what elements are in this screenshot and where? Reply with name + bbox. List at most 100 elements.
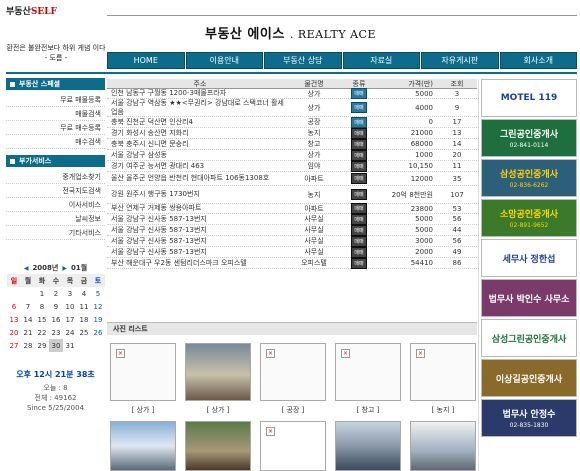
listing-address[interactable]: 강원 원주시 행구동 1730번지 <box>107 186 289 203</box>
calendar-date[interactable]: 27 <box>7 339 21 352</box>
calendar-date[interactable]: 8 <box>35 300 49 313</box>
table-row[interactable]: 서울 강남구 신사동 587-13번지 사무실 매매 5000 56 <box>107 213 477 225</box>
calendar-date[interactable]: 2 <box>49 287 63 300</box>
photo-item[interactable]: × [ 공장 ] <box>260 343 326 415</box>
table-row[interactable]: 서울 강남구 역삼동 ★★<무권리> 강남대로 스택코너 활세업음 상가 매매 400… <box>107 99 477 117</box>
listing-address[interactable]: 인천 남동구 구월동 1200-3매몰프라자 <box>107 89 289 98</box>
calendar-date[interactable]: 21 <box>21 326 35 339</box>
photo-thumb[interactable] <box>410 421 476 471</box>
calendar-date[interactable]: 4 <box>77 287 91 300</box>
calendar-date[interactable]: 11 <box>77 300 91 313</box>
listing-address[interactable]: 울산 울주군 언양읍 반천리 현대아파트 106동1308호 <box>107 172 289 185</box>
listing-address[interactable]: 충북 충주시 신니면 문숭리 <box>107 139 289 149</box>
table-row[interactable]: 울산 울주군 언양읍 반천리 현대아파트 106동1308호 아파트 매매 12000… <box>107 172 477 186</box>
table-row[interactable]: 인천 남동구 구월동 1200-3매몰프라자 상가 매매 5000 3 <box>107 88 477 99</box>
listing-address[interactable]: 서울 강남구 역삼동 ★★<무권리> 강남대로 스택코너 활세업음 <box>107 99 289 116</box>
photo-item[interactable]: × [ 창고 ] <box>335 343 401 415</box>
ad-banner[interactable]: 법무사 안정수 02-835-1830 <box>481 399 577 437</box>
table-row[interactable]: 서울 강남구 삼성동 상가 매매 1000 20 <box>107 149 477 161</box>
photo-caption[interactable]: [ 농지 ] <box>432 405 455 415</box>
calendar-date[interactable]: 10 <box>63 300 77 313</box>
nav-consult[interactable]: 부동산 상담 <box>264 52 342 69</box>
calendar-date[interactable]: 23 <box>49 326 63 339</box>
ad-banner[interactable]: MOTEL 119 <box>481 79 577 117</box>
sidebar-item-moving[interactable]: 이사서비스 <box>6 198 105 212</box>
ad-banner[interactable]: 법무사 박인수 사무소 <box>481 279 577 317</box>
table-row[interactable]: 부산 해운대구 우2동 센텀리더스마크 오피스텔 오피스텔 매매 54410 86 <box>107 257 477 269</box>
table-row[interactable]: 충북 진천군 덕산면 인산리4 공장 매매 0 17 <box>107 116 477 128</box>
table-row[interactable]: 서울 강남구 신사동 587-13번지 사무실 매매 5000 44 <box>107 224 477 236</box>
sidebar-item-map[interactable]: 전국지도검색 <box>6 184 105 198</box>
photo-caption[interactable]: [ 상가 ] <box>132 405 155 415</box>
ad-banner[interactable]: 삼성공인중개사 02-836-6262 <box>481 159 577 197</box>
table-row[interactable]: 부산 연제구 거제동 쌍용아파트 아파트 매매 23800 53 <box>107 203 477 214</box>
photo-item[interactable]: [ 상가 ] <box>185 343 251 415</box>
table-row[interactable]: 충북 충주시 신니면 문숭리 창고 매매 68000 14 <box>107 138 477 150</box>
calendar-date[interactable]: 14 <box>21 313 35 326</box>
calendar-date[interactable]: 26 <box>91 326 105 339</box>
ad-banner[interactable]: 삼성그린공인중개사 <box>481 319 577 357</box>
sidebar-item-buy-search[interactable]: 매수검색 <box>6 135 105 149</box>
nav-data[interactable]: 자료실 <box>342 52 420 69</box>
ad-banner[interactable]: 이상길공인중개사 <box>481 359 577 397</box>
photo-thumb[interactable] <box>185 421 251 471</box>
site-logo[interactable]: 부동산SELF <box>6 4 57 17</box>
calendar-date[interactable]: 18 <box>77 313 91 326</box>
listing-address[interactable]: 서울 강남구 신사동 587-13번지 <box>107 225 289 235</box>
photo-thumb[interactable] <box>185 343 251 401</box>
table-row[interactable]: 서울 강남구 신사동 587-13번지 사무실 매매 3000 56 <box>107 235 477 247</box>
nav-home[interactable]: HOME <box>107 52 185 69</box>
calendar-date[interactable]: 7 <box>21 300 35 313</box>
photo-thumb[interactable] <box>335 421 401 471</box>
ad-banner[interactable]: 소망공인중개사 02-891-9652 <box>481 199 577 237</box>
listing-address[interactable]: 서울 강남구 신사동 587-13번지 <box>107 236 289 246</box>
photo-item[interactable]: × [ 상가 ] <box>110 343 176 415</box>
listing-address[interactable]: 서울 강남구 삼성동 <box>107 150 289 160</box>
sidebar-item-weather[interactable]: 날씨정보 <box>6 212 105 226</box>
table-row[interactable]: 경기 화성시 송산면 지화리 농지 매매 21000 13 <box>107 127 477 139</box>
calendar-date[interactable]: 16 <box>49 313 63 326</box>
photo-caption[interactable]: [ 창고 ] <box>357 405 380 415</box>
listing-address[interactable]: 경기 여주군 능서면 광대리 463 <box>107 161 289 171</box>
calendar-date[interactable]: 6 <box>7 300 21 313</box>
sidebar-item-free-listing[interactable]: 무료 매물등록 <box>6 93 105 107</box>
calendar-date[interactable]: 28 <box>21 339 35 352</box>
photo-thumb[interactable]: × <box>410 343 476 401</box>
sidebar-item-other[interactable]: 기타서비스 <box>6 226 105 240</box>
calendar-date[interactable]: 20 <box>7 326 21 339</box>
photo-item[interactable]: × [ 농지 ] <box>410 343 476 415</box>
calendar-date[interactable]: 1 <box>35 287 49 300</box>
photo-thumb[interactable]: × <box>260 343 326 401</box>
calendar-date[interactable]: 24 <box>63 326 77 339</box>
calendar-date[interactable]: 15 <box>35 313 49 326</box>
calendar-date[interactable]: 5 <box>91 287 105 300</box>
listing-address[interactable]: 서울 강남구 신사동 587-13번지 <box>107 247 289 257</box>
prev-month-icon[interactable]: ◀ <box>24 265 29 272</box>
photo-thumb[interactable]: × <box>335 343 401 401</box>
listing-address[interactable]: 부산 연제구 거제동 쌍용아파트 <box>107 204 289 213</box>
calendar-date[interactable]: 3 <box>63 287 77 300</box>
nav-board[interactable]: 자유게시판 <box>421 52 499 69</box>
calendar-date[interactable]: 29 <box>35 339 49 352</box>
photo-thumb[interactable]: × <box>260 421 326 471</box>
photo-thumb[interactable]: × <box>110 343 176 401</box>
calendar-date[interactable]: 30 <box>49 339 63 352</box>
calendar-date[interactable]: 22 <box>35 326 49 339</box>
ad-banner[interactable]: 세무사 정한섭 <box>481 239 577 277</box>
calendar-date[interactable]: 31 <box>63 339 77 352</box>
nav-guide[interactable]: 이용안내 <box>185 52 263 69</box>
photo-caption[interactable]: [ 공장 ] <box>282 405 305 415</box>
calendar-date[interactable]: 19 <box>91 313 105 326</box>
photo-thumb[interactable] <box>110 421 176 471</box>
listing-address[interactable]: 경기 화성시 송산면 지화리 <box>107 128 289 138</box>
table-row[interactable]: 서울 강남구 신사동 587-13번지 사무실 매매 2000 49 <box>107 246 477 258</box>
calendar-date[interactable]: 17 <box>63 313 77 326</box>
listing-address[interactable]: 부산 해운대구 우2동 센텀리더스마크 오피스텔 <box>107 258 289 268</box>
calendar-date[interactable]: 9 <box>49 300 63 313</box>
table-row[interactable]: 강원 원주시 행구동 1730번지 농지 매매 20억 8천만원 107 <box>107 186 477 204</box>
sidebar-item-free-buy[interactable]: 무료 매수등록 <box>6 121 105 135</box>
listing-address[interactable]: 충북 진천군 덕산면 인산리4 <box>107 117 289 127</box>
listing-address[interactable]: 서울 강남구 신사동 587-13번지 <box>107 214 289 224</box>
calendar-date[interactable]: 25 <box>77 326 91 339</box>
table-row[interactable]: 경기 여주군 능서면 광대리 463 임야 매매 10,150 11 <box>107 160 477 172</box>
